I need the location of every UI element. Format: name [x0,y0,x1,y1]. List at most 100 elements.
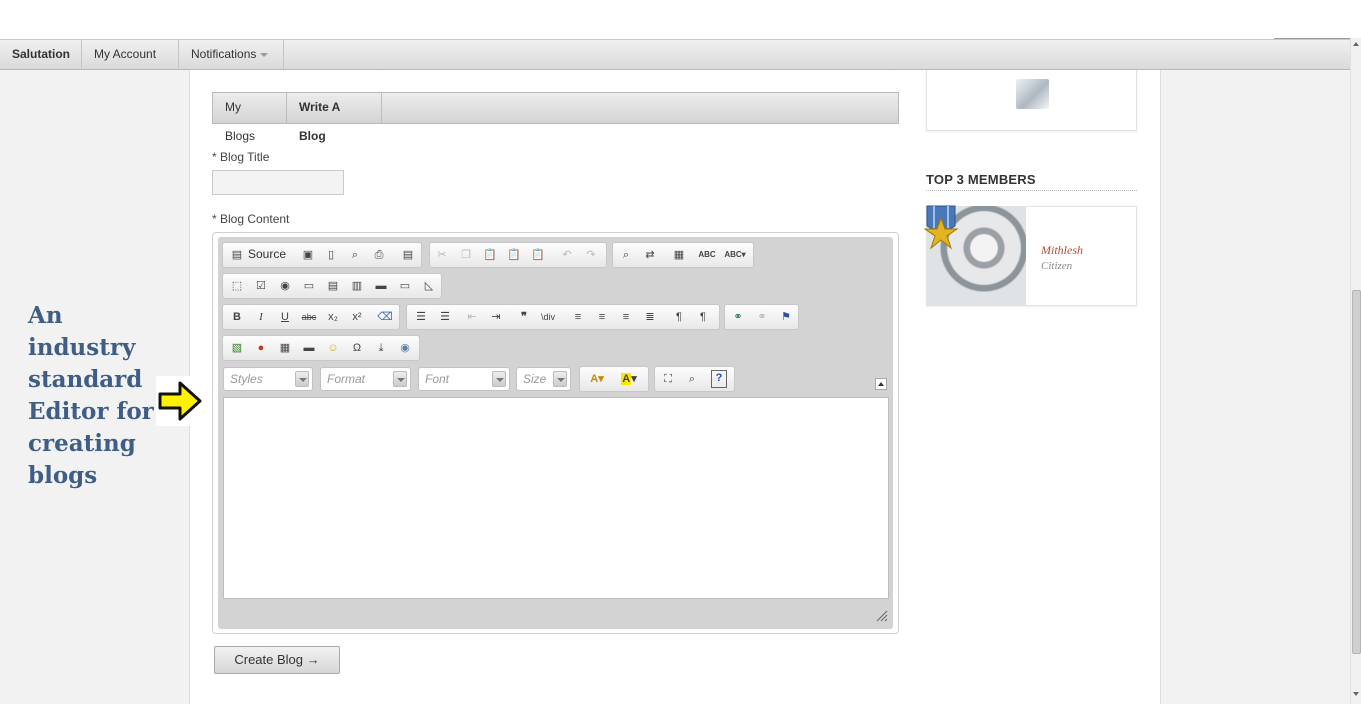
checkbox-icon[interactable]: ☑ [252,277,270,295]
blockquote-icon[interactable]: ❞ [515,308,533,326]
toolbar-group-clipboard: ✂ ❐ 📋 📋 📋 ↶ ↷ [429,242,607,268]
resize-grip-icon[interactable] [876,610,888,622]
paste-icon[interactable]: 📋 [481,246,499,264]
member-name[interactable]: Mithlesh [1041,243,1083,258]
horizontal-rule-icon[interactable]: ▬ [300,339,318,357]
page-break-icon[interactable]: ⤓ [372,339,390,357]
format-combo[interactable]: Format [320,367,411,391]
blog-title-label: * Blog Title [212,150,270,164]
superscript-icon[interactable]: x² [348,308,366,326]
nav-notifications-label: Notifications [191,47,257,61]
nav-notifications[interactable]: Notifications [179,40,284,70]
text-color-icon[interactable]: A▾ [584,370,610,388]
anchor-flag-icon[interactable]: ⚑ [777,308,795,326]
medal-icon [923,205,959,250]
select-field-icon[interactable]: ▥ [348,277,366,295]
strike-icon[interactable]: abc [300,308,318,326]
align-left-icon[interactable]: ≡ [569,308,587,326]
indent-icon[interactable]: ⇥ [487,308,505,326]
source-button[interactable]: Source [248,247,286,261]
chevron-down-icon[interactable] [553,371,567,387]
chevron-down-icon[interactable] [492,371,506,387]
rtl-icon[interactable]: ¶ [694,308,712,326]
new-page-icon[interactable]: ▯ [322,246,340,264]
font-combo[interactable]: Font [418,367,510,391]
sidebar-thumbnail[interactable] [1016,79,1049,109]
scroll-up-icon[interactable] [1353,42,1359,46]
radio-icon[interactable]: ◉ [276,277,294,295]
styles-combo-text: Styles [230,372,263,386]
hidden-field-icon[interactable]: ◺ [420,277,438,295]
link-icon[interactable]: ⚭ [729,308,747,326]
chevron-down-icon[interactable] [295,371,309,387]
blog-subtabs: My Blogs Write A Blog [212,92,899,143]
ltr-icon[interactable]: ¶ [670,308,688,326]
undo-icon[interactable]: ↶ [558,246,576,264]
button-field-icon[interactable]: ▬ [372,277,390,295]
page-scrollbar[interactable] [1350,38,1361,704]
help-icon[interactable]: ? [711,370,727,388]
align-center-icon[interactable]: ≡ [593,308,611,326]
tab-write-a-blog[interactable]: Write A Blog [287,93,382,143]
nav-my-account[interactable]: My Account [82,40,179,86]
print-icon[interactable]: ⎙ [370,246,388,264]
maximize-icon[interactable]: ⛶ [659,370,677,388]
redo-icon[interactable]: ↷ [582,246,600,264]
tab-my-blogs[interactable]: My Blogs [213,93,287,143]
italic-icon[interactable]: I [252,308,270,326]
nav-salutation[interactable]: Salutation [0,40,82,70]
toolbar-group-basic-styles: B I U abc x₂ x² ⌫ [222,304,400,330]
outdent-icon[interactable]: ⇤ [463,308,481,326]
spellcheck-dropdown-icon[interactable]: ABC▾ [723,246,747,264]
smiley-icon[interactable]: ☺ [324,339,342,357]
toolbar-collapse-icon[interactable] [875,378,887,390]
spellcheck-icon[interactable]: ABC [698,246,716,264]
find-icon[interactable]: ⌕ [617,246,635,264]
numbered-list-icon[interactable]: ☰ [412,308,430,326]
paste-text-icon[interactable]: 📋 [505,246,523,264]
replace-icon[interactable]: ⇄ [641,246,659,264]
font-combo-text: Font [425,372,450,386]
toolbar-group-colors: A▾ A▾ [579,366,649,392]
save-icon[interactable]: ▣ [299,246,317,264]
bulleted-list-icon[interactable]: ☰ [436,308,454,326]
show-blocks-icon[interactable]: ⌕ [683,370,701,388]
scroll-down-icon[interactable] [1353,692,1359,696]
background-color-icon[interactable]: A▾ [616,370,642,388]
toolbar-group-paragraph: ☰ ☰ ⇤ ⇥ ❞ \div ≡ ≡ ≡ ≣ ¶ ¶ [406,304,720,330]
styles-combo[interactable]: Styles [223,367,313,391]
underline-icon[interactable]: U [276,308,294,326]
special-char-icon[interactable]: Ω [348,339,366,357]
templates-icon[interactable]: ▤ [399,246,417,264]
preview-icon[interactable]: ⌕ [346,246,364,264]
text-field-icon[interactable]: ▭ [300,277,318,295]
bold-icon[interactable]: B [228,308,246,326]
justify-icon[interactable]: ≣ [641,308,659,326]
image-icon[interactable]: ▧ [228,339,246,357]
table-icon[interactable]: ▦ [276,339,294,357]
paste-word-icon[interactable]: 📋 [529,246,547,264]
flash-icon[interactable]: ● [252,339,270,357]
annotation-text: An industry standard Editor for creating… [28,302,154,489]
chevron-down-icon[interactable] [393,371,407,387]
remove-format-icon[interactable]: ⌫ [376,308,394,326]
create-blog-button[interactable]: Create Blog → [214,646,340,674]
textarea-icon[interactable]: ▤ [324,277,342,295]
align-right-icon[interactable]: ≡ [617,308,635,326]
copy-icon[interactable]: ❐ [457,246,475,264]
div-container-icon[interactable]: \div [539,308,557,326]
form-icon[interactable]: ⬚ [228,277,246,295]
blog-title-input[interactable] [212,170,344,195]
subscript-icon[interactable]: x₂ [324,308,342,326]
select-all-icon[interactable]: ▦ [670,246,688,264]
unlink-icon[interactable]: ⚭ [753,308,771,326]
cut-icon[interactable]: ✂ [433,246,451,264]
top-members-title: TOP 3 MEMBERS [926,172,1036,187]
image-button-icon[interactable]: ▭ [396,277,414,295]
source-icon: ▤ [231,249,243,261]
editor-content-area[interactable] [223,397,889,599]
iframe-icon[interactable]: ◉ [396,339,414,357]
toolbar-group-insert: ▧ ● ▦ ▬ ☺ Ω ⤓ ◉ [222,335,420,361]
scrollbar-thumb[interactable] [1352,290,1361,654]
size-combo[interactable]: Size [516,367,571,391]
